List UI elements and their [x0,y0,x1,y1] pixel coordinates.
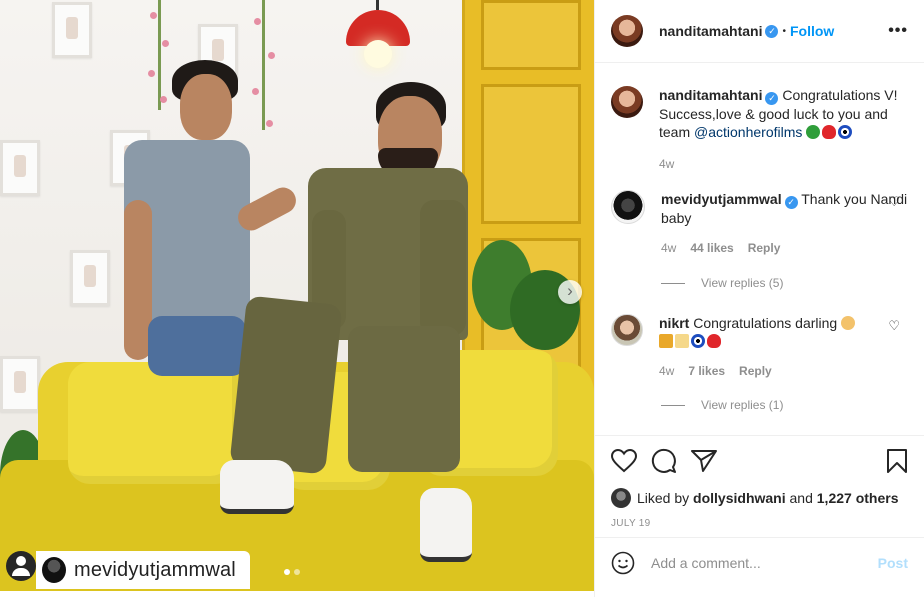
verified-badge-icon: ✓ [765,92,779,105]
red-heart-icon [822,125,837,139]
caption-username[interactable]: nanditamahtani [659,87,762,103]
red-heart-icon [707,334,721,348]
comment-likes[interactable]: 7 likes [688,362,725,380]
comment-like-heart-icon[interactable]: ♡ [888,194,900,210]
likes-count[interactable]: 1,227 others [817,490,899,506]
comment-composer: Post [595,537,924,588]
verified-badge-icon: ✓ [765,24,779,38]
comment-time: 4w [661,241,677,255]
share-icon[interactable] [691,449,717,473]
caption-mention[interactable]: @actionherofilms [694,124,802,140]
nazar-amulet-icon [838,125,853,139]
likes-prefix: Liked by [637,490,690,506]
caption-time: 4w [659,157,675,171]
party-popper-icon [659,334,673,348]
red-pendant-lamp [346,0,410,68]
view-replies-button[interactable]: View replies (1) [661,398,783,412]
hugging-person-icon [841,316,856,330]
comment-username[interactable]: mevidyutjammwal [661,191,782,207]
image-watermark: mevidyutjammwal [36,551,250,589]
comment-text: Congratulations darling [693,315,842,331]
comment: nikrt Congratulations darling 4w 7 likes… [611,314,908,380]
author-username[interactable]: nanditamahtani [659,23,762,39]
post-comment-button[interactable]: Post [878,555,908,571]
verified-badge-icon: ✓ [784,196,798,209]
flower-vine [262,0,265,130]
comments-list: nanditamahtani ✓ Congratulations V! Succe… [595,64,924,435]
post-sidebar: nanditamahtani ✓ • Follow ••• nanditamah… [594,0,924,597]
more-options-icon[interactable]: ••• [888,22,908,40]
follow-button[interactable]: Follow [790,23,834,39]
cushion [68,362,238,484]
bookmark-icon[interactable] [886,448,908,474]
post-header: nanditamahtani ✓ • Follow ••• [595,0,924,63]
comment-time: 4w [659,364,675,378]
liker-username[interactable]: dollysidhwani [693,490,786,506]
chevron-right-icon[interactable]: › [558,280,582,304]
carousel-dots [284,569,300,575]
user-tag-icon[interactable] [6,551,36,581]
comment-username[interactable]: nikrt [659,315,689,331]
wall-frame [0,140,40,196]
comment-like-heart-icon[interactable]: ♡ [888,318,900,334]
caption-avatar[interactable] [611,86,643,118]
caption: nanditamahtani ✓ Congratulations V! Succe… [611,86,908,173]
comment-likes[interactable]: 44 likes [690,239,733,257]
wall-frame [0,356,40,412]
post-actions: Liked by dollysidhwani and 1,227 others … [595,435,924,529]
shamrock-icon [806,125,821,139]
post-image[interactable]: › mevidyutjammwal [0,0,594,591]
view-replies-button[interactable]: View replies (5) [661,276,783,290]
comment: mevidyutjammwal ✓ Thank you Nandi baby 4w… [611,190,908,257]
reply-button[interactable]: Reply [748,239,781,257]
liker-avatar[interactable] [611,488,631,508]
wall-frame [70,250,110,306]
comment-input[interactable] [651,555,878,571]
clinking-glasses-icon [675,334,689,348]
comment-icon[interactable] [651,448,677,474]
nazar-amulet-icon [691,334,705,348]
dot-separator: • [782,25,786,37]
smile-icon[interactable] [611,551,635,575]
post-date: JULY 19 [611,518,651,529]
watermark-avatar [42,557,66,583]
heart-icon[interactable] [611,449,637,473]
watermark-username: mevidyutjammwal [74,558,236,581]
comment-avatar[interactable] [611,314,643,346]
likes-middle: and [789,490,813,506]
wall-frame [52,2,92,58]
likes-summary: Liked by dollysidhwani and 1,227 others [611,488,908,508]
reply-button[interactable]: Reply [739,362,772,380]
author-avatar[interactable] [611,15,643,47]
comment-avatar[interactable] [611,190,645,224]
flower-vine [158,0,161,110]
